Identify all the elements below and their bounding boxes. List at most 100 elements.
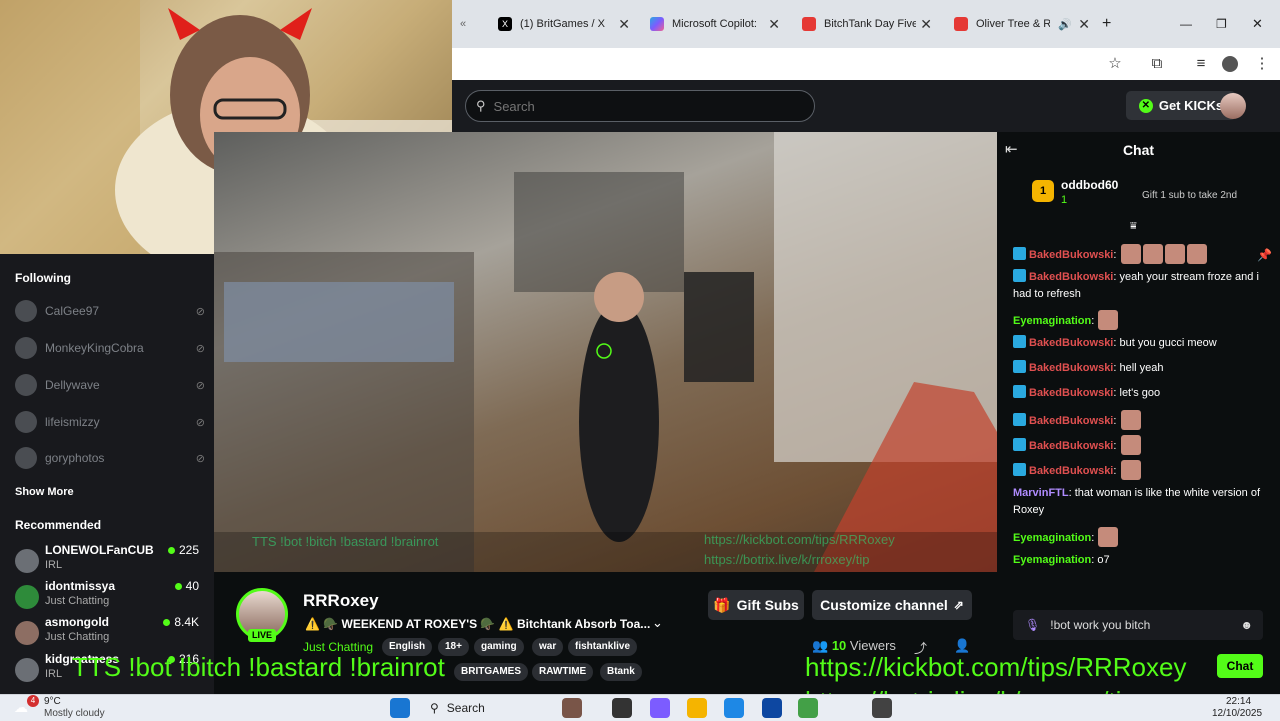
- video-player[interactable]: TTS !bot !bitch !bastard !brainrot https…: [214, 132, 997, 572]
- emote-icon[interactable]: [1098, 310, 1119, 330]
- video-link-2: https://botrix.live/k/rrroxey/tip: [704, 552, 870, 567]
- emote-icon[interactable]: [1098, 527, 1119, 547]
- gift-subs-label: Gift Subs: [736, 597, 799, 613]
- terminal-icon[interactable]: [612, 698, 632, 718]
- channel-name[interactable]: RRRoxey: [303, 591, 379, 611]
- emote-icon[interactable]: [1120, 460, 1141, 480]
- obs-icon[interactable]: [872, 698, 892, 718]
- gift-prompt: Gift 1 sub to take 2nd: [1142, 190, 1238, 201]
- edge-icon[interactable]: [724, 698, 744, 718]
- emote-icon[interactable]: [1186, 244, 1207, 264]
- chat-message: Eyemagination:: [1013, 527, 1263, 547]
- customize-channel-button[interactable]: Customize channel ⇗: [812, 590, 972, 620]
- minimize-button[interactable]: —: [1180, 8, 1194, 40]
- close-window-button[interactable]: ✕: [1252, 8, 1266, 40]
- emote-icon[interactable]: [1120, 435, 1141, 455]
- chat-username[interactable]: BakedBukowski: [1029, 387, 1113, 399]
- chat-username[interactable]: Eyemagination: [1013, 554, 1091, 566]
- tab-copilot[interactable]: Microsoft Copilot: Yo ✕: [650, 8, 780, 40]
- emote-icon[interactable]: [1120, 410, 1141, 430]
- recommended-item-lonewolfancub[interactable]: LONEWOLFanCUB IRL 225: [15, 543, 205, 579]
- chat-username[interactable]: Eyemagination: [1013, 315, 1091, 327]
- sidebar-item-goryphotos[interactable]: goryphotos ⊘: [15, 446, 205, 470]
- tag-gaming[interactable]: gaming: [474, 638, 524, 656]
- tab-label: Oliver Tree & Ro: [976, 18, 1050, 30]
- maximize-button[interactable]: ❐: [1216, 8, 1230, 40]
- tag-britgames[interactable]: BRITGAMES: [454, 663, 528, 681]
- chat-username[interactable]: BakedBukowski: [1029, 362, 1113, 374]
- chat-input-value: !bot work you bitch: [1050, 618, 1151, 632]
- video-link-1: https://kickbot.com/tips/RRRoxey: [704, 532, 895, 547]
- taskbar-search[interactable]: ⚲ Search: [420, 697, 550, 718]
- chat-separator: :: [1113, 249, 1120, 261]
- tag-fishtanklive[interactable]: fishtanklive: [568, 638, 638, 656]
- chevron-down-icon[interactable]: ⌄: [652, 615, 663, 631]
- emote-icon[interactable]: [1120, 244, 1141, 264]
- sub-badge-icon: [1013, 438, 1026, 451]
- tab-label: Microsoft Copilot: Yo: [672, 18, 760, 30]
- sub-badge-icon: [1013, 269, 1026, 282]
- store-icon[interactable]: [762, 698, 782, 718]
- recommended-item-idontmissya[interactable]: idontmissya Just Chatting 40: [15, 579, 205, 615]
- chat-username[interactable]: BakedBukowski: [1029, 440, 1113, 452]
- live-badge: LIVE: [248, 629, 276, 642]
- tag-rawtime[interactable]: RAWTIME: [532, 663, 594, 681]
- close-icon[interactable]: ✕: [768, 16, 780, 33]
- tab-britgames[interactable]: X (1) BritGames / X ✕: [498, 8, 630, 40]
- chat-username[interactable]: MarvinFTL: [1013, 487, 1069, 499]
- profile-avatar[interactable]: [1222, 56, 1238, 72]
- more-menu-icon[interactable]: ⋮: [1252, 54, 1272, 74]
- send-chat-button[interactable]: Chat: [1217, 654, 1263, 678]
- chat-username[interactable]: BakedBukowski: [1029, 337, 1113, 349]
- avatar: [15, 337, 37, 359]
- app-icon[interactable]: [562, 698, 582, 718]
- chat-username[interactable]: BakedBukowski: [1029, 271, 1113, 283]
- tab-oliver-tree[interactable]: Oliver Tree & Ro 🔊 ✕: [954, 8, 1090, 40]
- user-avatar[interactable]: [1220, 93, 1246, 119]
- emote-icon[interactable]: [1164, 244, 1185, 264]
- emote-icon[interactable]: [1142, 244, 1163, 264]
- recommended-item-asmongold[interactable]: asmongold Just Chatting 8.4K: [15, 615, 205, 651]
- sidebar-item-lifeismizzy[interactable]: lifeismizzy ⊘: [15, 410, 205, 434]
- new-tab-button[interactable]: +: [1102, 8, 1122, 40]
- close-icon[interactable]: ✕: [1078, 16, 1090, 33]
- weather-icon[interactable]: ☁: [14, 699, 28, 716]
- copilot-icon: [650, 17, 664, 31]
- tab-bitchtank[interactable]: BitchTank Day Five R ✕: [802, 8, 932, 40]
- chat-separator: :: [1113, 465, 1120, 477]
- copilot-icon[interactable]: [650, 698, 670, 718]
- extensions-icon[interactable]: ⧉: [1147, 54, 1167, 74]
- windows-start-icon[interactable]: [390, 698, 410, 718]
- speaker-icon[interactable]: 🔊: [1058, 18, 1072, 31]
- show-more-button[interactable]: Show More: [15, 486, 74, 498]
- channel-name: Dellywave: [45, 378, 100, 392]
- tts-overlay-text: TTS !bot !bitch !bastard !brainrot: [72, 652, 445, 682]
- sidebar-item-monkeykingcobra[interactable]: MonkeyKingCobra ⊘: [15, 336, 205, 360]
- chat-username[interactable]: BakedBukowski: [1029, 249, 1113, 261]
- close-icon[interactable]: ✕: [618, 16, 630, 33]
- viewer-count-value: 10: [831, 638, 847, 653]
- chat-input[interactable]: 🎙 !bot work you bitch ☻: [1013, 610, 1263, 640]
- tag-btank[interactable]: Btank: [600, 663, 642, 681]
- chat-username[interactable]: Eyemagination: [1013, 532, 1091, 544]
- gift-subs-button[interactable]: 🎁 Gift Subs: [708, 590, 804, 620]
- mic-icon[interactable]: 🎙: [1025, 618, 1040, 632]
- chat-username[interactable]: BakedBukowski: [1029, 465, 1113, 477]
- tab-partial[interactable]: «: [460, 8, 480, 40]
- chat-username[interactable]: BakedBukowski: [1029, 415, 1113, 427]
- file-explorer-icon[interactable]: [687, 698, 707, 718]
- sidebar-item-dellywave[interactable]: Dellywave ⊘: [15, 373, 205, 397]
- clock-time: 22:14: [1226, 696, 1252, 707]
- search-bar[interactable]: ⚲: [465, 90, 815, 122]
- tag-war[interactable]: war: [532, 638, 564, 656]
- star-icon[interactable]: ☆: [1105, 54, 1125, 74]
- chat-filter-icon[interactable]: ⩸: [1130, 220, 1137, 233]
- sub-badge-icon: [1013, 360, 1026, 373]
- close-icon[interactable]: ✕: [920, 16, 932, 33]
- sidebar-item-calgee97[interactable]: CalGee97 ⊘: [15, 299, 205, 323]
- emoji-icon[interactable]: ☻: [1240, 618, 1253, 632]
- chrome-icon[interactable]: [798, 698, 818, 718]
- media-icon[interactable]: ≡: [1191, 54, 1211, 74]
- avatar: [15, 549, 39, 573]
- search-input[interactable]: [491, 97, 796, 115]
